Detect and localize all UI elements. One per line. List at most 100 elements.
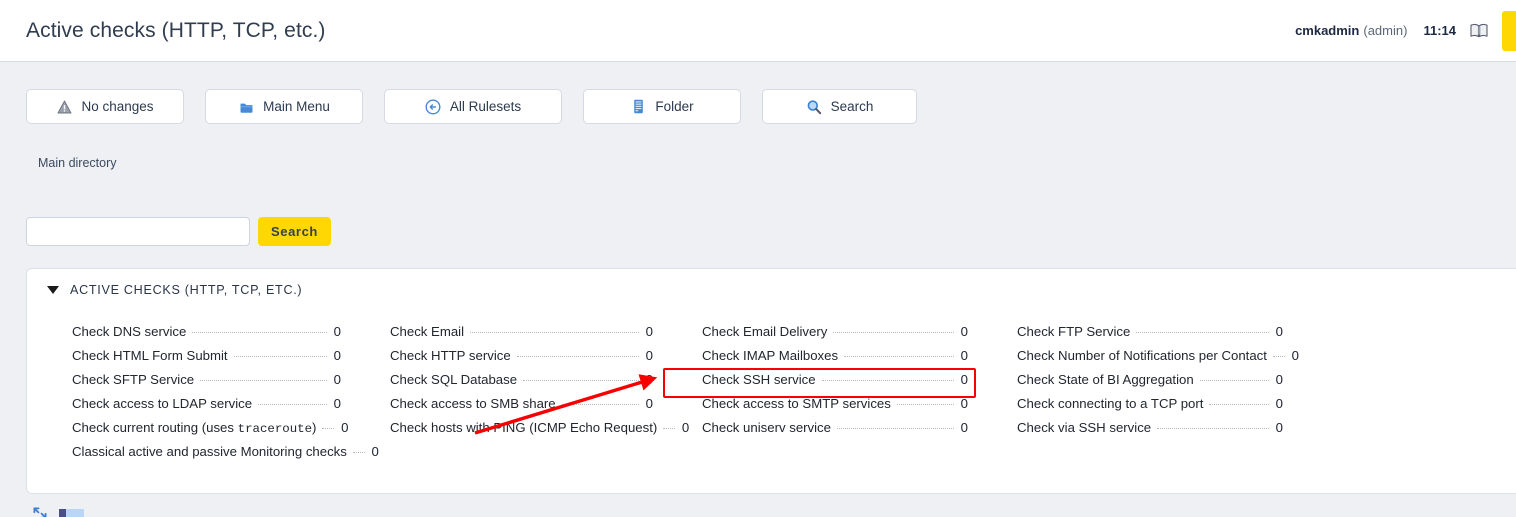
warning-triangle-icon bbox=[56, 99, 72, 115]
ruleset-link[interactable]: Check via SSH service bbox=[1017, 420, 1151, 435]
ruleset-row: Check State of BI Aggregation 0 bbox=[990, 372, 1305, 396]
leader-dots bbox=[523, 380, 639, 381]
ruleset-count: 0 bbox=[1291, 348, 1299, 363]
ruleset-count: 0 bbox=[333, 348, 341, 363]
ruleset-column: Check FTP Service 0 Check Number of Notifi… bbox=[990, 324, 1305, 468]
ruleset-row: Check via SSH service 0 bbox=[990, 420, 1305, 444]
toolbar-search[interactable]: Search bbox=[762, 89, 917, 124]
leader-dots bbox=[844, 356, 954, 357]
toolbar-main-menu[interactable]: Main Menu bbox=[205, 89, 363, 124]
toolbar-folder-label: Folder bbox=[655, 99, 694, 114]
ruleset-link[interactable]: Check SQL Database bbox=[390, 372, 517, 387]
clock: 11:14 bbox=[1423, 23, 1456, 38]
leader-dots bbox=[258, 404, 327, 405]
ruleset-count: 0 bbox=[645, 396, 653, 411]
leader-dots bbox=[200, 380, 327, 381]
ruleset-row: Check FTP Service 0 bbox=[990, 324, 1305, 348]
leader-dots bbox=[561, 404, 639, 405]
ruleset-link[interactable]: Check uniserv service bbox=[702, 420, 831, 435]
ruleset-row: Check current routing (uses traceroute) 0 bbox=[45, 420, 363, 444]
ruleset-link[interactable]: Check FTP Service bbox=[1017, 324, 1130, 339]
ruleset-count: 0 bbox=[333, 396, 341, 411]
ruleset-link[interactable]: Check access to SMB share bbox=[390, 396, 556, 411]
ruleset-column: Check Email 0 Check HTTP service 0 Check SQL… bbox=[363, 324, 689, 468]
ruleset-link[interactable]: Check State of BI Aggregation bbox=[1017, 372, 1194, 387]
current-user-name[interactable]: cmkadmin bbox=[1295, 23, 1359, 38]
footer-icons bbox=[33, 506, 84, 517]
ruleset-link[interactable]: Check DNS service bbox=[72, 324, 186, 339]
back-arrow-circle-icon bbox=[425, 98, 441, 115]
side-panel-tab[interactable] bbox=[1502, 10, 1516, 51]
ruleset-count: 0 bbox=[645, 324, 653, 339]
leader-dots bbox=[1199, 380, 1269, 381]
ruleset-row: Check Number of Notifications per Contac… bbox=[990, 348, 1305, 372]
ruleset-count: 0 bbox=[333, 372, 341, 387]
ruleset-count: 0 bbox=[341, 420, 349, 435]
ruleset-row: Check hosts with PING (ICMP Echo Request… bbox=[363, 420, 689, 444]
leader-dots bbox=[322, 428, 335, 429]
collapse-triangle-icon[interactable] bbox=[47, 286, 59, 294]
ruleset-link[interactable]: Check HTTP service bbox=[390, 348, 511, 363]
ruleset-column: Check Email Delivery 0 Check IMAP Mailboxe… bbox=[675, 324, 990, 468]
debug-bar-icon[interactable] bbox=[59, 508, 84, 517]
ruleset-link[interactable]: Check current routing (uses traceroute) bbox=[72, 420, 316, 436]
magnifier-icon bbox=[806, 99, 822, 115]
ruleset-row: Check SSH service 0 bbox=[675, 372, 990, 396]
ruleset-count: 0 bbox=[960, 396, 968, 411]
ruleset-row: Check HTTP service 0 bbox=[363, 348, 675, 372]
book-icon[interactable] bbox=[1470, 23, 1488, 39]
toolbar-no-changes[interactable]: No changes bbox=[26, 89, 184, 124]
ruleset-link[interactable]: Check access to LDAP service bbox=[72, 396, 252, 411]
rulesets-panel: ACTIVE CHECKS (HTTP, TCP, ETC.) Check DN… bbox=[26, 268, 1516, 494]
ruleset-link[interactable]: Check IMAP Mailboxes bbox=[702, 348, 838, 363]
server-icon bbox=[630, 99, 646, 115]
leader-dots bbox=[1136, 332, 1269, 333]
ruleset-row: Check uniserv service 0 bbox=[675, 420, 990, 444]
toolbar-all-rulesets[interactable]: All Rulesets bbox=[384, 89, 562, 124]
ruleset-grid: Check DNS service 0 Check HTML Form Submit… bbox=[45, 324, 1516, 468]
leader-dots bbox=[233, 356, 327, 357]
ruleset-row: Check Email 0 bbox=[363, 324, 675, 348]
ruleset-count: 0 bbox=[1275, 420, 1283, 435]
toolbar: No changes Main Menu All Rulesets Folder… bbox=[26, 89, 917, 124]
ruleset-row: Classical active and passive Monitoring … bbox=[45, 444, 379, 468]
leader-dots bbox=[192, 332, 327, 333]
ruleset-link[interactable]: Check HTML Form Submit bbox=[72, 348, 228, 363]
ruleset-count: 0 bbox=[960, 420, 968, 435]
leader-dots bbox=[837, 428, 954, 429]
ruleset-link[interactable]: Check access to SMTP services bbox=[702, 396, 891, 411]
leader-dots bbox=[516, 356, 639, 357]
leader-dots bbox=[663, 428, 676, 429]
ruleset-link[interactable]: Check connecting to a TCP port bbox=[1017, 396, 1203, 411]
breadcrumb[interactable]: Main directory bbox=[38, 156, 117, 170]
current-user-role: (admin) bbox=[1363, 23, 1408, 38]
page-title: Active checks (HTTP, TCP, etc.) bbox=[26, 18, 326, 42]
ruleset-row: Check access to LDAP service 0 bbox=[45, 396, 363, 420]
leader-dots bbox=[1272, 356, 1285, 357]
ruleset-row: Check SFTP Service 0 bbox=[45, 372, 363, 396]
ruleset-link[interactable]: Check SFTP Service bbox=[72, 372, 194, 387]
leader-dots bbox=[352, 452, 365, 453]
ruleset-link[interactable]: Check hosts with PING (ICMP Echo Request… bbox=[390, 420, 657, 435]
ruleset-count: 0 bbox=[645, 372, 653, 387]
search-input[interactable] bbox=[26, 217, 250, 246]
ruleset-link[interactable]: Check Email bbox=[390, 324, 464, 339]
search-form: Search bbox=[26, 217, 331, 246]
ruleset-link[interactable]: Check Number of Notifications per Contac… bbox=[1017, 348, 1267, 363]
leader-dots bbox=[833, 332, 954, 333]
resize-arrows-icon[interactable] bbox=[33, 506, 47, 517]
search-submit-button[interactable]: Search bbox=[258, 217, 331, 246]
leader-dots bbox=[896, 404, 954, 405]
ruleset-row: Check access to SMB share 0 bbox=[363, 396, 675, 420]
ruleset-link[interactable]: Check SSH service bbox=[702, 372, 816, 387]
folder-icon bbox=[238, 99, 254, 115]
ruleset-count: 0 bbox=[960, 372, 968, 387]
ruleset-link[interactable]: Classical active and passive Monitoring … bbox=[72, 444, 347, 459]
ruleset-count: 0 bbox=[960, 324, 968, 339]
panel-header[interactable]: ACTIVE CHECKS (HTTP, TCP, ETC.) bbox=[27, 269, 1516, 297]
leader-dots bbox=[470, 332, 639, 333]
ruleset-link[interactable]: Check Email Delivery bbox=[702, 324, 827, 339]
toolbar-folder[interactable]: Folder bbox=[583, 89, 741, 124]
toolbar-all-rulesets-label: All Rulesets bbox=[449, 99, 522, 114]
ruleset-column: Check DNS service 0 Check HTML Form Submit… bbox=[45, 324, 379, 468]
